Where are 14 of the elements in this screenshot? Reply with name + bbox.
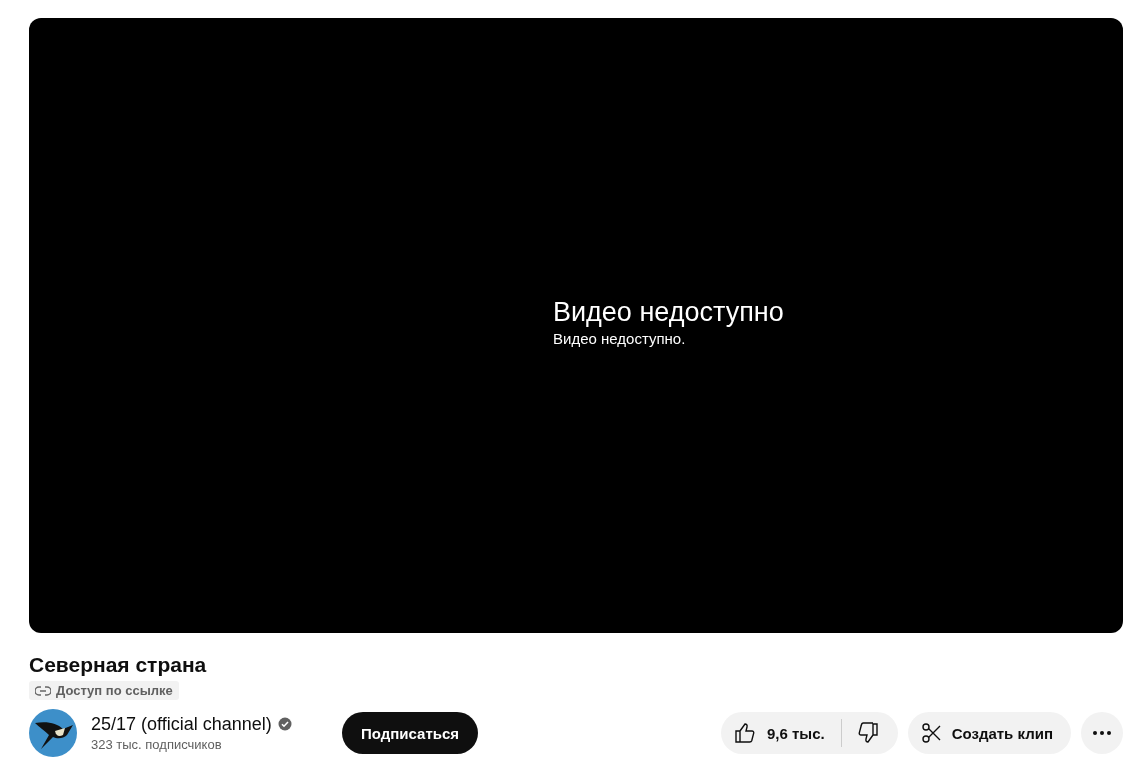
thumbs-up-icon (732, 721, 757, 745)
like-button[interactable]: 9,6 тыс. (720, 712, 841, 754)
link-icon (35, 685, 51, 696)
video-title: Северная страна (29, 653, 208, 677)
error-title: Видео недоступно (553, 295, 784, 329)
visibility-label: Доступ по ссылке (56, 683, 173, 698)
channel-avatar[interactable] (29, 709, 77, 757)
subscriber-count: 323 тыс. подписчиков (91, 736, 223, 754)
error-message: Видео недоступно. (553, 328, 687, 349)
clip-button[interactable]: Создать клип (907, 712, 1071, 754)
more-icon (1093, 731, 1111, 735)
more-button[interactable] (1081, 712, 1123, 754)
channel-name[interactable]: 25/17 (official channel) (91, 712, 272, 736)
subscribe-button[interactable]: Подписаться (342, 712, 479, 754)
